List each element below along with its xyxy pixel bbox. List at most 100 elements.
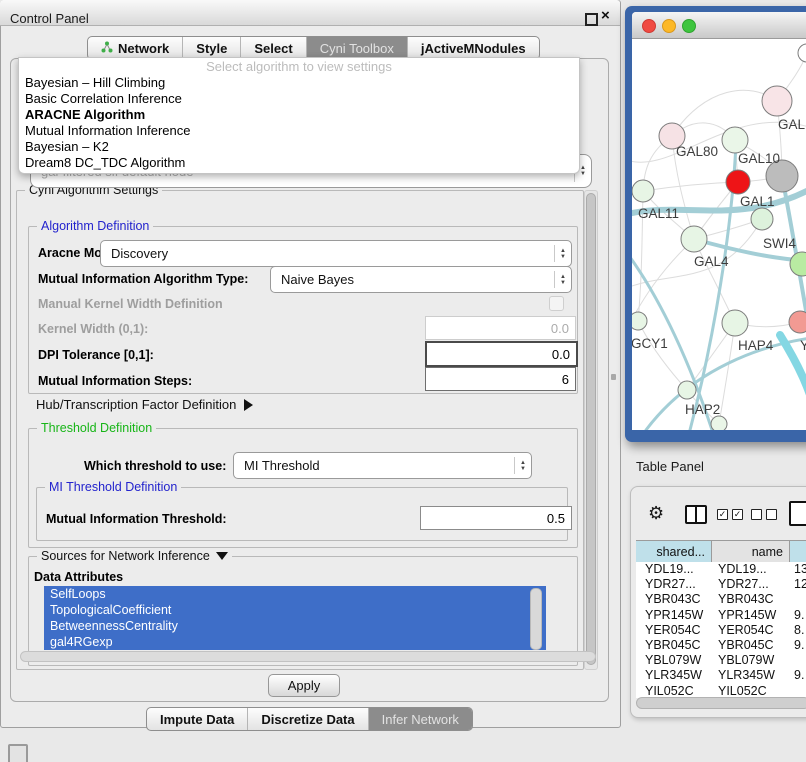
table-row[interactable]: YBR045CYBR045C9. (636, 638, 806, 653)
close-icon[interactable]: × (601, 8, 610, 23)
tab-network[interactable]: Network (88, 37, 182, 59)
dpi-tolerance-label: DPI Tolerance [0,1]: (38, 348, 154, 362)
settings-scrollbar[interactable] (584, 190, 598, 670)
which-threshold-combobox[interactable]: MI Threshold ▲▼ (233, 452, 532, 479)
dropdown-item[interactable]: Bayesian – Hill Climbing (19, 75, 579, 91)
dropdown-item[interactable]: Bayesian – K2 (19, 139, 579, 155)
tab-select[interactable]: Select (240, 37, 305, 59)
aracne-mode-combobox[interactable]: Discovery ▲▼ (100, 240, 572, 267)
group-title: MI Threshold Definition (45, 480, 181, 494)
cell: YER054C (636, 623, 712, 638)
screen: Control Panel × Network Style Select Cyn… (0, 0, 806, 762)
mi-algorithm-type-combobox[interactable]: Naive Bayes ▲▼ (270, 266, 572, 293)
network-canvas[interactable]: GAL GAL80 GAL10 GAL1 GAL11 SWI4 GAL4 GCY… (632, 39, 806, 430)
node-label: GAL80 (676, 144, 718, 159)
table-row[interactable]: YBL079WYBL079W (636, 653, 806, 668)
aracne-mode-value: Discovery (101, 246, 554, 261)
dropdown-item-highlighted[interactable]: ARACNE Algorithm (19, 107, 579, 123)
data-attributes-list: SelfLoops TopologicalCoefficient Between… (44, 586, 546, 650)
horizontal-scrollbar[interactable] (20, 651, 596, 662)
apply-button[interactable]: Apply (268, 674, 340, 697)
tab-discretize-data[interactable]: Discretize Data (247, 708, 367, 730)
column-header-name[interactable]: name (712, 541, 790, 563)
network-node[interactable] (711, 416, 727, 430)
network-node[interactable] (790, 252, 806, 276)
table-row[interactable]: YER054CYER054C8. (636, 623, 806, 638)
zoom-traffic-light[interactable] (682, 19, 696, 33)
dropdown-item[interactable]: Mutual Information Inference (19, 123, 579, 139)
tab-infer-network[interactable]: Infer Network (368, 708, 472, 730)
combo-arrows-icon: ▲▼ (514, 457, 531, 475)
checked-box-icon: ✓ (732, 509, 743, 520)
tab-style[interactable]: Style (182, 37, 240, 59)
list-item[interactable]: TopologicalCoefficient (44, 602, 546, 618)
dpi-tolerance-field[interactable]: 0.0 (425, 341, 578, 367)
tab-jactivemnodules[interactable]: jActiveMNodules (407, 37, 539, 59)
split-columns-icon[interactable] (685, 505, 707, 524)
list-scrollbar[interactable] (530, 588, 542, 650)
minimize-traffic-light[interactable] (662, 19, 676, 33)
dropdown-item[interactable]: Dream8 DC_TDC Algorithm (19, 155, 579, 171)
table-panel-title: Table Panel (636, 459, 704, 474)
cell: YBR045C (712, 638, 790, 653)
cell: YDL19... (636, 562, 712, 577)
tab-label: Infer Network (382, 709, 459, 730)
network-node[interactable] (789, 311, 806, 333)
column-header-shared-name[interactable]: shared... (636, 541, 712, 563)
network-node[interactable] (722, 310, 748, 336)
cell: YDL19... (712, 562, 790, 577)
table-row[interactable]: YDL19...YDL19...13 (636, 562, 806, 577)
close-traffic-light[interactable] (642, 19, 656, 33)
mi-steps-field[interactable]: 6 (425, 367, 576, 391)
network-node[interactable] (632, 180, 654, 202)
network-node-labels: GAL GAL80 GAL10 GAL1 GAL11 SWI4 GAL4 GCY… (632, 117, 806, 417)
unchecked-box-icon (751, 509, 762, 520)
tab-label: jActiveMNodules (421, 38, 526, 59)
tab-impute-data[interactable]: Impute Data (147, 708, 247, 730)
node-label: GAL (778, 117, 806, 132)
hub-definition-label: Hub/Transcription Factor Definition (36, 397, 236, 412)
list-item[interactable]: SelfLoops (44, 586, 546, 602)
node-label: GCY1 (632, 336, 668, 351)
mi-threshold-field[interactable]: 0.5 (420, 506, 572, 530)
tab-label: Style (196, 38, 227, 59)
network-node[interactable] (681, 226, 707, 252)
network-node[interactable] (678, 381, 696, 399)
network-node[interactable] (762, 86, 792, 116)
document-icon[interactable] (789, 501, 806, 526)
mi-steps-label: Mutual Information Steps: (38, 374, 192, 388)
network-node[interactable] (751, 208, 773, 230)
column-header-partial[interactable] (790, 541, 806, 563)
hub-definition-expander[interactable]: Hub/Transcription Factor Definition (36, 397, 253, 412)
expand-arrow-icon (244, 399, 253, 411)
tab-cyni-toolbox[interactable]: Cyni Toolbox (306, 37, 407, 59)
panel-title: Control Panel (10, 11, 89, 26)
network-node[interactable] (722, 127, 748, 153)
cell: 9. (790, 608, 806, 623)
list-item[interactable]: BetweennessCentrality (44, 618, 546, 634)
dropdown-item[interactable]: Basic Correlation Inference (19, 91, 579, 107)
table-row[interactable]: YPR145WYPR145W9. (636, 608, 806, 623)
tab-label: Network (118, 38, 169, 59)
sources-expander[interactable]: Sources for Network Inference (37, 549, 232, 563)
cell: 9. (790, 638, 806, 653)
table-row[interactable]: YLR345WYLR345W9. (636, 668, 806, 683)
gear-icon[interactable]: ⚙ (648, 503, 664, 523)
table-row[interactable]: YBR043CYBR043C (636, 592, 806, 607)
minimized-panel-icon[interactable] (8, 744, 28, 762)
manual-kernel-width-checkbox (549, 296, 564, 311)
kernel-width-label: Kernel Width (0,1): (38, 322, 148, 336)
select-all-checkboxes-icon[interactable]: ✓ ✓ (717, 509, 743, 520)
scrollbar-thumb[interactable] (586, 193, 596, 665)
control-panel-titlebar (0, 0, 620, 26)
combo-arrows-icon: ▲▼ (554, 271, 571, 289)
network-node[interactable] (798, 44, 806, 62)
float-window-icon[interactable] (585, 13, 598, 26)
deselect-all-checkboxes-icon[interactable] (751, 509, 777, 520)
cell: YBR043C (712, 592, 790, 607)
network-node[interactable] (632, 312, 647, 330)
table-row[interactable]: YDR27...YDR27...12 (636, 577, 806, 592)
list-item[interactable]: gal4RGexp (44, 634, 546, 650)
table-horizontal-scrollbar[interactable] (636, 697, 806, 709)
network-node[interactable] (726, 170, 750, 194)
